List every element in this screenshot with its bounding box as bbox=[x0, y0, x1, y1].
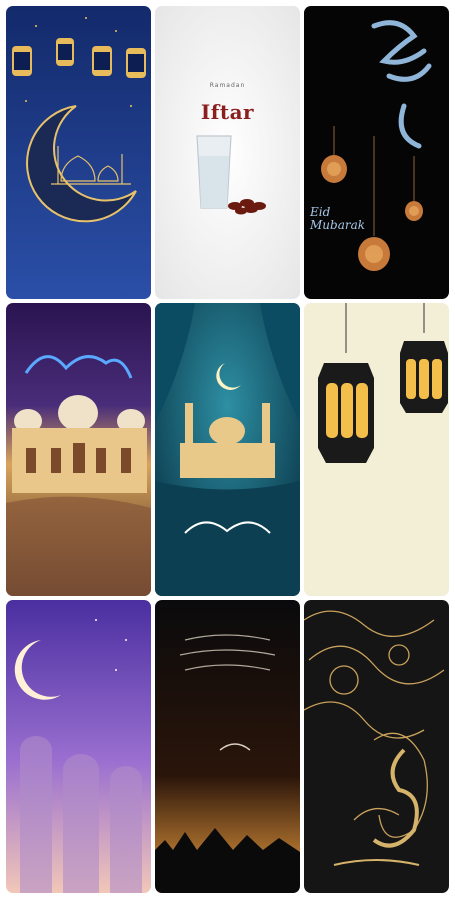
ramadan-mubarak-illustration bbox=[155, 303, 300, 596]
hanging-lanterns-illustration bbox=[304, 303, 449, 596]
wallpaper-grid: Ramadan Iftar Eid Mubarak bbox=[6, 6, 450, 896]
wallpaper-tile-ramadan-mubarak[interactable] bbox=[155, 303, 300, 596]
eid-mubarak-caption: Eid Mubarak bbox=[310, 205, 366, 232]
ramadan-kareem-mosque-illustration bbox=[6, 303, 151, 596]
wallpaper-tile-crescent-mosque[interactable] bbox=[6, 6, 151, 299]
wallpaper-tile-hanging-lanterns[interactable] bbox=[304, 303, 449, 596]
wallpaper-tile-ramadan-kareem-dark[interactable] bbox=[155, 600, 300, 893]
wallpaper-tile-purple-crescent[interactable] bbox=[6, 600, 151, 893]
iftar-subtitle: Ramadan bbox=[209, 82, 246, 89]
wallpaper-tile-ramadan-kareem-mosque[interactable] bbox=[6, 303, 151, 596]
purple-crescent-illustration bbox=[6, 600, 151, 893]
ramadan-kareem-dark-illustration bbox=[155, 600, 300, 893]
eid-lanterns-illustration bbox=[304, 6, 449, 299]
wallpaper-tile-gold-ornament[interactable] bbox=[304, 600, 449, 893]
gold-ornament-illustration bbox=[304, 600, 449, 893]
wallpaper-tile-eid-mubarak[interactable]: Eid Mubarak bbox=[304, 6, 449, 299]
crescent-mosque-illustration bbox=[6, 6, 151, 299]
iftar-illustration bbox=[155, 6, 300, 299]
wallpaper-tile-iftar[interactable]: Ramadan Iftar bbox=[155, 6, 300, 299]
iftar-title: Iftar bbox=[200, 100, 255, 124]
